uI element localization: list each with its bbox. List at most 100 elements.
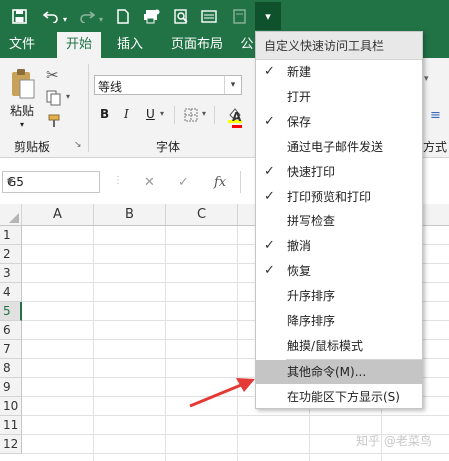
borders-icon[interactable] bbox=[184, 108, 198, 125]
tab-insert[interactable]: 插入 bbox=[108, 32, 152, 58]
new-doc-icon[interactable] bbox=[112, 5, 134, 27]
row-header[interactable]: 9 bbox=[0, 378, 22, 397]
name-box[interactable]: G5 ▼ bbox=[2, 171, 100, 193]
copy-dropdown-icon[interactable]: ▾ bbox=[66, 92, 70, 101]
save-icon[interactable] bbox=[8, 5, 30, 27]
font-color-letter[interactable]: A bbox=[232, 110, 241, 124]
enter-icon[interactable]: ✓ bbox=[178, 175, 189, 190]
clipboard-group-label: 剪贴板 bbox=[14, 140, 51, 154]
italic-button[interactable]: I bbox=[124, 107, 129, 121]
checkmark-icon: ✓ bbox=[264, 238, 275, 253]
undo-icon[interactable] bbox=[40, 5, 62, 27]
copy-icon[interactable] bbox=[46, 90, 62, 109]
menu-item[interactable]: 降序排序 bbox=[256, 309, 422, 333]
row-header[interactable]: 6 bbox=[0, 321, 22, 340]
column-header[interactable]: A bbox=[22, 204, 94, 226]
customize-qat-menu: 自定义快速访问工具栏 ✓ 新建打开 ✓ 保存通过电子邮件发送 ✓ 快速打印 ✓ 打印预览和打印… bbox=[255, 31, 423, 409]
row-header[interactable]: 2 bbox=[0, 245, 22, 264]
undo-dropdown-icon[interactable]: ▾ bbox=[60, 8, 70, 30]
menu-item[interactable]: 在功能区下方显示(S) bbox=[256, 385, 422, 409]
chevron-down-icon[interactable]: ▼ bbox=[7, 177, 97, 186]
row-header[interactable]: 1 bbox=[0, 226, 22, 245]
tab-page-layout[interactable]: 页面布局 bbox=[162, 32, 232, 58]
menu-item-label: 其他命令(M)... bbox=[287, 365, 367, 379]
font-color-swatch bbox=[232, 125, 242, 128]
menu-item[interactable]: 其他命令(M)... bbox=[256, 360, 422, 384]
borders-dropdown-icon[interactable]: ▾ bbox=[202, 109, 206, 118]
dialog-launcher-icon[interactable]: ↘ bbox=[74, 140, 82, 150]
row-header[interactable]: 5 bbox=[0, 302, 22, 321]
menu-item[interactable]: ✓ 撤消 bbox=[256, 234, 422, 258]
menu-item-label: 拼写检查 bbox=[287, 214, 336, 228]
tab-formulas[interactable]: 公 bbox=[238, 32, 256, 58]
menu-item-label: 降序排序 bbox=[287, 314, 336, 328]
row-header[interactable]: 4 bbox=[0, 283, 22, 302]
divider bbox=[214, 106, 215, 124]
form-icon[interactable] bbox=[198, 5, 220, 27]
menu-item-label: 恢复 bbox=[287, 264, 312, 278]
row-gridline bbox=[22, 415, 449, 416]
font-name-value: 等线 bbox=[98, 80, 123, 94]
menu-item[interactable]: 触摸/鼠标模式 bbox=[256, 334, 422, 358]
bold-button[interactable]: B bbox=[100, 107, 109, 121]
menu-item-label: 新建 bbox=[287, 65, 312, 79]
menu-item[interactable]: 通过电子邮件发送 bbox=[256, 135, 422, 159]
grip-icon: ⋮ bbox=[113, 175, 123, 186]
column-gridline bbox=[93, 226, 94, 461]
quick-print-icon[interactable] bbox=[140, 5, 162, 27]
indent-icon[interactable]: ≡ bbox=[430, 108, 441, 123]
row-header[interactable]: 7 bbox=[0, 340, 22, 359]
row-header[interactable]: 10 bbox=[0, 397, 22, 416]
paste-label[interactable]: 粘贴 bbox=[10, 102, 34, 119]
row-header[interactable]: 8 bbox=[0, 359, 22, 378]
menu-item[interactable]: 打开 bbox=[256, 85, 422, 109]
insert-function-button[interactable]: fx bbox=[214, 175, 226, 190]
tab-file[interactable]: 文件 bbox=[0, 32, 44, 58]
checkmark-icon: ✓ bbox=[264, 263, 275, 278]
column-header[interactable]: C bbox=[166, 204, 238, 226]
font-group-label: 字体 bbox=[156, 140, 181, 154]
checkmark-icon: ✓ bbox=[264, 189, 275, 204]
chevron-down-icon[interactable]: ▾ bbox=[224, 76, 241, 94]
menu-item[interactable]: ✓ 快速打印 bbox=[256, 160, 422, 184]
menu-item[interactable]: 拼写检查 bbox=[256, 209, 422, 233]
menu-item-label: 保存 bbox=[287, 115, 312, 129]
redo-dropdown-icon[interactable]: ▾ bbox=[96, 8, 106, 30]
menu-item[interactable]: ✓ 打印预览和打印 bbox=[256, 185, 422, 209]
cut-icon[interactable]: ✂ bbox=[46, 66, 59, 84]
column-header[interactable]: B bbox=[94, 204, 166, 226]
cancel-icon[interactable]: ✕ bbox=[144, 175, 155, 190]
row-header[interactable]: 3 bbox=[0, 264, 22, 283]
checkmark-icon: ✓ bbox=[264, 114, 275, 129]
menu-title: 自定义快速访问工具栏 bbox=[256, 32, 422, 60]
menu-item-label: 撤消 bbox=[287, 239, 312, 253]
menu-item-label: 触摸/鼠标模式 bbox=[287, 339, 364, 353]
menu-item[interactable]: ✓ 保存 bbox=[256, 110, 422, 134]
checkmark-icon: ✓ bbox=[264, 64, 275, 79]
underline-button[interactable]: U bbox=[146, 107, 155, 121]
divider bbox=[174, 106, 175, 124]
row-header[interactable]: 11 bbox=[0, 416, 22, 435]
watermark: 知乎 @老菜鸟 bbox=[356, 434, 432, 448]
tab-home[interactable]: 开始 bbox=[57, 32, 101, 58]
print-preview-icon[interactable] bbox=[170, 5, 192, 27]
menu-item-label: 在功能区下方显示(S) bbox=[287, 390, 400, 404]
underline-dropdown-icon[interactable]: ▾ bbox=[160, 109, 164, 118]
select-all-corner[interactable] bbox=[0, 204, 22, 226]
font-name-select[interactable]: 等线 ▾ bbox=[94, 75, 242, 95]
format-painter-icon[interactable] bbox=[48, 114, 62, 131]
menu-item[interactable]: 升序排序 bbox=[256, 284, 422, 308]
menu-item-label: 打开 bbox=[287, 90, 312, 104]
calculator-icon[interactable] bbox=[228, 5, 250, 27]
redo-icon[interactable] bbox=[76, 5, 98, 27]
paste-icon[interactable] bbox=[10, 68, 36, 103]
menu-item[interactable]: ✓ 新建 bbox=[256, 60, 422, 84]
chevron-down-icon: ▾ bbox=[265, 9, 271, 23]
row-header[interactable]: 12 bbox=[0, 435, 22, 454]
customize-qat-button[interactable]: ▾ bbox=[255, 2, 281, 30]
font-size-dropdown-icon[interactable]: ▾ bbox=[424, 74, 429, 84]
menu-item[interactable]: ✓ 恢复 bbox=[256, 259, 422, 283]
menu-item-label: 打印预览和打印 bbox=[287, 190, 372, 204]
row-gridline bbox=[22, 453, 449, 454]
paste-dropdown-icon[interactable]: ▾ bbox=[20, 120, 24, 129]
